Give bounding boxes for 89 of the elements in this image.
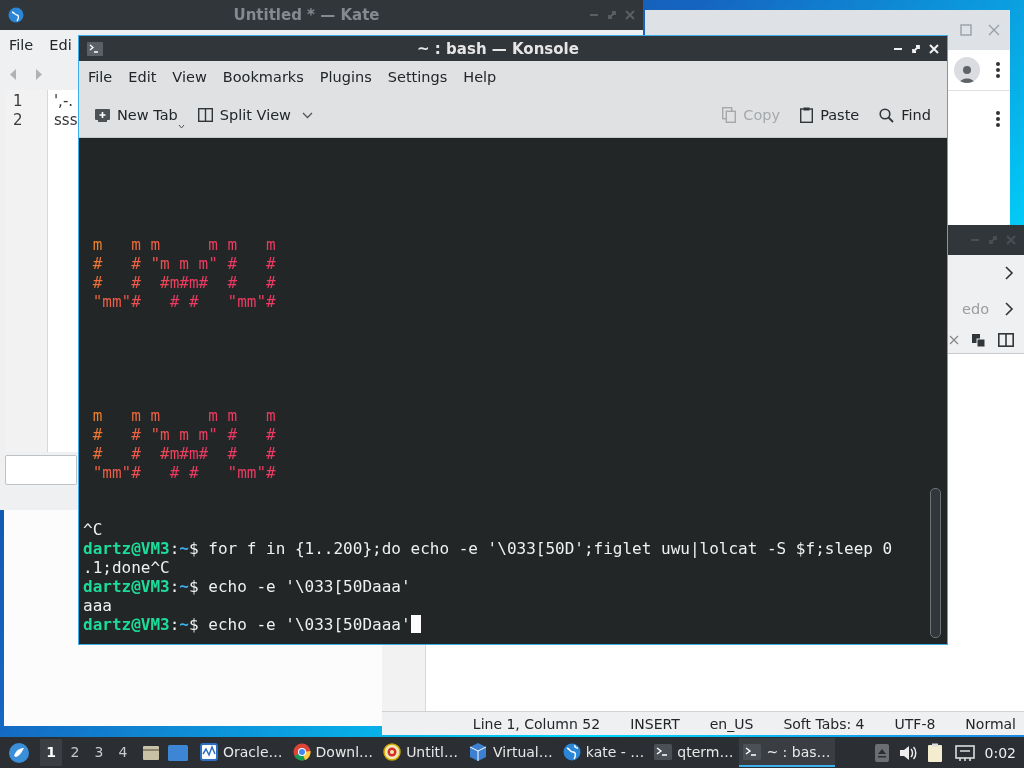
prompt-colon: : bbox=[169, 539, 180, 558]
output-text: ^C bbox=[83, 520, 103, 539]
speaker-icon[interactable] bbox=[898, 744, 917, 761]
globe-icon bbox=[562, 742, 581, 761]
network-icon[interactable] bbox=[954, 744, 975, 761]
status-item[interactable]: Normal bbox=[965, 715, 1016, 732]
desktop-button[interactable]: 1 bbox=[40, 739, 62, 766]
search-icon bbox=[879, 107, 895, 123]
prompt-path: ~ bbox=[179, 577, 189, 596]
menu-item[interactable]: Plugins bbox=[312, 65, 379, 89]
desktop-button[interactable]: 4 bbox=[112, 739, 134, 766]
window-title: Untitled * — Kate bbox=[232, 6, 381, 24]
terminal-icon bbox=[654, 743, 673, 760]
taskbar-task[interactable]: kate - … bbox=[558, 738, 649, 767]
caret-icon bbox=[177, 124, 185, 129]
taskbar-task[interactable]: Untitl… bbox=[379, 738, 462, 767]
taskbar-task[interactable]: ~ : bas… bbox=[739, 738, 835, 767]
chart-window-icon bbox=[200, 742, 218, 761]
prompt-colon: : bbox=[169, 577, 180, 596]
output-text: .1;done^C bbox=[83, 558, 170, 577]
clipboard-icon[interactable] bbox=[926, 742, 945, 763]
window-title: ~ : bash — Konsole bbox=[416, 39, 580, 58]
cube-icon bbox=[468, 741, 488, 762]
split-view-icon bbox=[197, 108, 213, 122]
documents-icon[interactable] bbox=[971, 332, 986, 348]
app-icon bbox=[8, 7, 24, 23]
menu-item[interactable]: Help bbox=[456, 65, 504, 89]
toolbar-button[interactable]: New Tab bbox=[87, 103, 186, 127]
prompt-symbol: $ bbox=[189, 539, 199, 558]
window-icon[interactable] bbox=[168, 744, 188, 761]
text-editor[interactable]: 1 2 ',-. sss bbox=[5, 90, 78, 452]
split-view-icon[interactable] bbox=[998, 333, 1014, 347]
prompt-path: ~ bbox=[179, 615, 189, 634]
menu-item[interactable]: Edi bbox=[42, 33, 79, 57]
menu-icon[interactable] bbox=[996, 111, 1000, 127]
prompt-user: dartz@VM3 bbox=[83, 615, 170, 634]
status-item[interactable]: Soft Tabs: 4 bbox=[783, 715, 865, 732]
chevron-right-icon[interactable] bbox=[1005, 302, 1014, 316]
prompt-user: dartz@VM3 bbox=[83, 577, 170, 596]
menu-item[interactable]: Bookmarks bbox=[215, 65, 311, 89]
file-manager-icon[interactable] bbox=[142, 743, 160, 762]
toolbar-button[interactable]: Split View bbox=[189, 103, 321, 127]
browser-icon bbox=[292, 742, 311, 761]
menu-item[interactable]: Edit bbox=[121, 65, 164, 89]
code-line: sss bbox=[54, 111, 78, 130]
start-menu-icon[interactable] bbox=[8, 741, 30, 764]
line-number: 1 bbox=[12, 92, 24, 111]
code-line: ',-. bbox=[54, 92, 74, 111]
terminal-area[interactable] bbox=[79, 138, 947, 644]
command-text: echo -e '\033[50Daaa' bbox=[207, 615, 411, 634]
ring-icon bbox=[383, 742, 402, 761]
new-tab-icon bbox=[95, 108, 110, 122]
taskbar-task[interactable]: qterm… bbox=[650, 738, 738, 767]
command-text: echo -e '\033[50Daaa' bbox=[207, 577, 411, 596]
prompt-symbol: $ bbox=[189, 577, 199, 596]
status-item[interactable]: en_US bbox=[709, 715, 754, 732]
avatar-icon[interactable] bbox=[954, 57, 980, 83]
chevron-right-icon[interactable] bbox=[1005, 266, 1014, 280]
copy-icon bbox=[722, 107, 737, 123]
taskbar-task[interactable]: Downl… bbox=[288, 738, 378, 767]
scrollbar[interactable] bbox=[930, 488, 941, 638]
toolbar-button[interactable]: Paste bbox=[792, 103, 868, 127]
output-text: aaa bbox=[83, 596, 112, 615]
prompt-colon: : bbox=[169, 615, 180, 634]
menu-item[interactable]: File bbox=[2, 33, 41, 57]
line-number: 2 bbox=[12, 111, 24, 130]
clipboard-icon bbox=[800, 107, 814, 123]
desktop-button[interactable]: 2 bbox=[64, 739, 86, 766]
menu-icon[interactable] bbox=[996, 62, 1000, 78]
status-item[interactable]: UTF-8 bbox=[894, 715, 936, 732]
menu-item[interactable]: File bbox=[81, 65, 120, 89]
taskbar-task[interactable]: Oracle… bbox=[196, 738, 287, 767]
command-text: for f in {1..200};do echo -e '\033[50D';figlet uwu|lolcat -S $f;sleep 0 bbox=[207, 539, 893, 558]
taskbar-task[interactable]: Virtual… bbox=[464, 738, 557, 767]
menu-item[interactable]: View bbox=[165, 65, 214, 89]
toolbar-button[interactable]: Find bbox=[871, 103, 939, 127]
status-item[interactable]: INSERT bbox=[630, 715, 680, 732]
prompt-path: ~ bbox=[179, 539, 189, 558]
chevron-down-icon bbox=[301, 111, 313, 119]
input-field[interactable] bbox=[5, 455, 77, 485]
prompt-user: dartz@VM3 bbox=[83, 539, 170, 558]
eject-icon[interactable] bbox=[874, 743, 889, 762]
desktop-button[interactable]: 3 bbox=[88, 739, 110, 766]
status-item[interactable]: Line 1, Column 52 bbox=[472, 715, 601, 732]
menu-item[interactable]: Settings bbox=[380, 65, 455, 89]
terminal-icon bbox=[87, 41, 103, 56]
prompt-symbol: $ bbox=[189, 615, 199, 634]
clock: 0:02 bbox=[984, 744, 1016, 761]
terminal-icon bbox=[743, 743, 762, 760]
